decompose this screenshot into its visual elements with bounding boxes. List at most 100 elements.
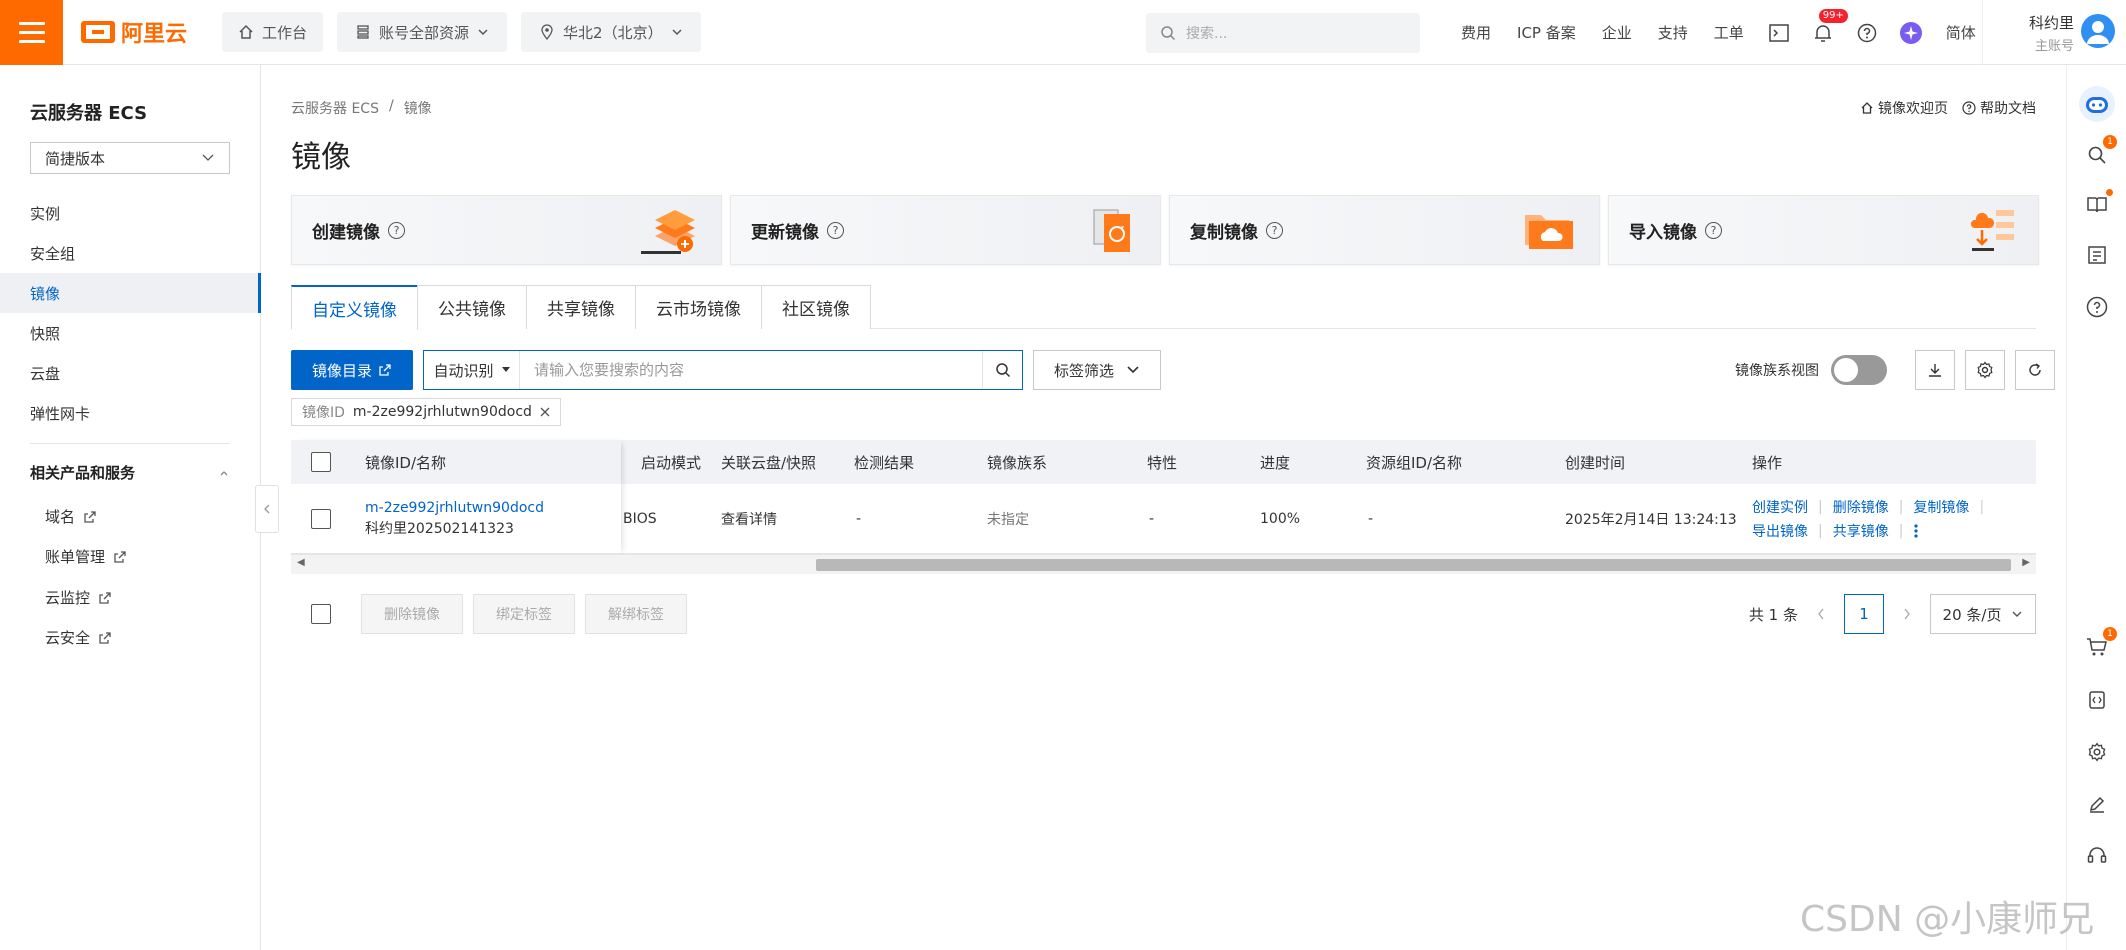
image-catalog-button[interactable]: 镜像目录 — [291, 350, 413, 390]
search-type-select[interactable]: 自动识别 — [424, 351, 520, 389]
link-billing[interactable]: 费用 — [1448, 22, 1504, 43]
table-header: 镜像ID/名称 启动模式 关联云盘/快照 检测结果 镜像族系 特性 进度 资源组… — [291, 440, 2036, 484]
tab-custom-images[interactable]: 自定义镜像 — [291, 285, 418, 330]
col-header-family: 镜像族系 — [987, 453, 1048, 472]
share-image-link[interactable]: 共享镜像 — [1833, 521, 1889, 541]
sidebar-link-cloudmonitor[interactable]: 云监控 — [45, 587, 112, 608]
sidebar-item-security-groups[interactable]: 安全组 — [0, 233, 261, 273]
help-icon[interactable]: ? — [1266, 221, 1283, 239]
help-icon[interactable] — [1855, 21, 1879, 45]
welcome-page-link[interactable]: 镜像欢迎页 — [1860, 98, 1948, 118]
version-select[interactable]: 简捷版本 — [30, 142, 230, 174]
sidebar-item-images[interactable]: 镜像 — [0, 273, 261, 313]
sidebar-item-snapshots[interactable]: 快照 — [0, 313, 261, 353]
tab-marketplace-images[interactable]: 云市场镜像 — [635, 285, 762, 329]
image-id-link[interactable]: m-2ze992jrhlutwn90docd — [365, 500, 544, 516]
tab-shared-images[interactable]: 共享镜像 — [526, 285, 636, 329]
sidebar-item-eni[interactable]: 弹性网卡 — [0, 393, 261, 433]
tag-filter-dropdown[interactable]: 标签筛选 — [1033, 350, 1161, 390]
sidebar-item-disks[interactable]: 云盘 — [0, 353, 261, 393]
help-icon[interactable] — [2085, 295, 2109, 319]
delete-image-link[interactable]: 删除镜像 — [1833, 497, 1889, 517]
scroll-left-arrow[interactable]: ◀ — [297, 557, 305, 568]
link-ticket[interactable]: 工单 — [1701, 22, 1757, 43]
sidebar-link-security[interactable]: 云安全 — [45, 627, 112, 648]
export-image-link[interactable]: 导出镜像 — [1752, 521, 1808, 541]
help-icon[interactable]: ? — [388, 221, 405, 239]
batch-select-checkbox[interactable] — [311, 604, 331, 624]
family-view-toggle[interactable] — [1831, 355, 1887, 385]
headset-icon[interactable] — [2085, 843, 2109, 867]
view-details-link[interactable]: 查看详情 — [721, 484, 777, 553]
sidebar-item-instances[interactable]: 实例 — [0, 193, 261, 233]
welcome-page-label: 镜像欢迎页 — [1878, 101, 1948, 117]
tab-community-images[interactable]: 社区镜像 — [761, 285, 871, 329]
search-icon[interactable]: 1 — [2085, 135, 2117, 167]
table-horizontal-scrollbar[interactable]: ◀ ▶ — [291, 554, 2036, 574]
code-panel-icon[interactable] — [2085, 688, 2109, 712]
chevron-left-icon[interactable] — [1816, 607, 1826, 621]
tab-public-images[interactable]: 公共镜像 — [417, 285, 527, 329]
copy-image-card[interactable]: 复制镜像? — [1169, 195, 1600, 265]
help-icon[interactable]: ? — [827, 221, 844, 239]
link-enterprise[interactable]: 企业 — [1589, 22, 1645, 43]
create-instance-link[interactable]: 创建实例 — [1752, 497, 1808, 517]
language-switch[interactable]: 简体 — [1933, 22, 1989, 43]
resource-scope-select[interactable]: 账号全部资源 — [337, 12, 508, 52]
select-all-checkbox[interactable] — [311, 452, 331, 472]
bell-icon[interactable]: 99+ — [1811, 8, 1848, 45]
col-header-detect: 检测结果 — [854, 453, 915, 472]
more-vertical-icon[interactable] — [1913, 523, 1919, 539]
terminal-icon[interactable] — [1767, 21, 1791, 45]
col-header-created: 创建时间 — [1565, 453, 1626, 472]
region-select[interactable]: 华北2（北京） — [521, 12, 701, 52]
robot-assistant-icon[interactable] — [2078, 85, 2116, 123]
refresh-button[interactable] — [2015, 350, 2055, 390]
toolbar: 镜像目录 自动识别 标签筛选 镜像族系视图 — [291, 350, 2055, 390]
settings-button[interactable] — [1965, 350, 2005, 390]
image-search-input[interactable] — [520, 351, 982, 389]
import-image-card[interactable]: 导入镜像? — [1608, 195, 2039, 265]
sidebar-link-billing[interactable]: 账单管理 — [45, 546, 127, 567]
sidebar-link-domain[interactable]: 域名 — [45, 506, 97, 527]
close-icon[interactable] — [540, 407, 550, 417]
breadcrumb-ecs[interactable]: 云服务器 ECS — [291, 98, 379, 118]
user-name: 科约里 — [2028, 13, 2074, 32]
batch-bind-tag-button[interactable]: 绑定标签 — [473, 594, 575, 634]
copy-image-link[interactable]: 复制镜像 — [1913, 497, 1969, 517]
global-search-input[interactable]: 搜索... — [1146, 13, 1420, 53]
download-icon — [1929, 364, 1941, 377]
book-icon[interactable] — [2085, 189, 2113, 217]
download-button[interactable] — [1915, 350, 1955, 390]
chevron-right-icon[interactable] — [1902, 607, 1912, 621]
user-menu[interactable]: 科约里 主账号 — [1982, 0, 2074, 65]
cart-icon[interactable]: 1 — [2085, 627, 2117, 659]
related-section-toggle[interactable]: 相关产品和服务 — [30, 462, 230, 483]
list-panel-icon[interactable] — [2085, 243, 2109, 267]
link-support[interactable]: 支持 — [1645, 22, 1701, 43]
row-checkbox[interactable] — [311, 508, 331, 529]
help-icon[interactable]: ? — [1705, 221, 1722, 239]
page-number-current[interactable]: 1 — [1844, 594, 1884, 634]
aliyun-logo[interactable]: 阿里云 — [81, 16, 198, 48]
update-image-card[interactable]: 更新镜像? — [730, 195, 1161, 265]
scroll-right-arrow[interactable]: ▶ — [2022, 557, 2030, 568]
created-time: 2025年2月14日 13:24:13 — [1565, 511, 1737, 528]
batch-unbind-tag-button[interactable]: 解绑标签 — [585, 594, 687, 634]
edit-icon[interactable] — [2085, 792, 2109, 816]
ai-assistant-icon[interactable] — [1899, 21, 1923, 45]
page-size-select[interactable]: 20 条/页 — [1930, 594, 2036, 634]
link-icp[interactable]: ICP 备案 — [1504, 22, 1589, 43]
search-button[interactable] — [982, 351, 1022, 389]
workbench-button[interactable]: 工作台 — [222, 12, 324, 52]
menu-button[interactable] — [0, 0, 63, 65]
help-doc-link[interactable]: 帮助文档 — [1962, 98, 2036, 118]
gear-icon[interactable] — [2085, 740, 2109, 764]
col-header-boot-mode: 启动模式 — [640, 453, 701, 472]
avatar[interactable] — [2081, 14, 2115, 48]
scroll-thumb[interactable] — [816, 559, 2011, 571]
batch-delete-button[interactable]: 删除镜像 — [361, 594, 463, 634]
chevron-down-icon — [1127, 366, 1139, 374]
sidebar-collapse-button[interactable] — [255, 485, 279, 533]
create-image-card[interactable]: 创建镜像? — [291, 195, 722, 265]
